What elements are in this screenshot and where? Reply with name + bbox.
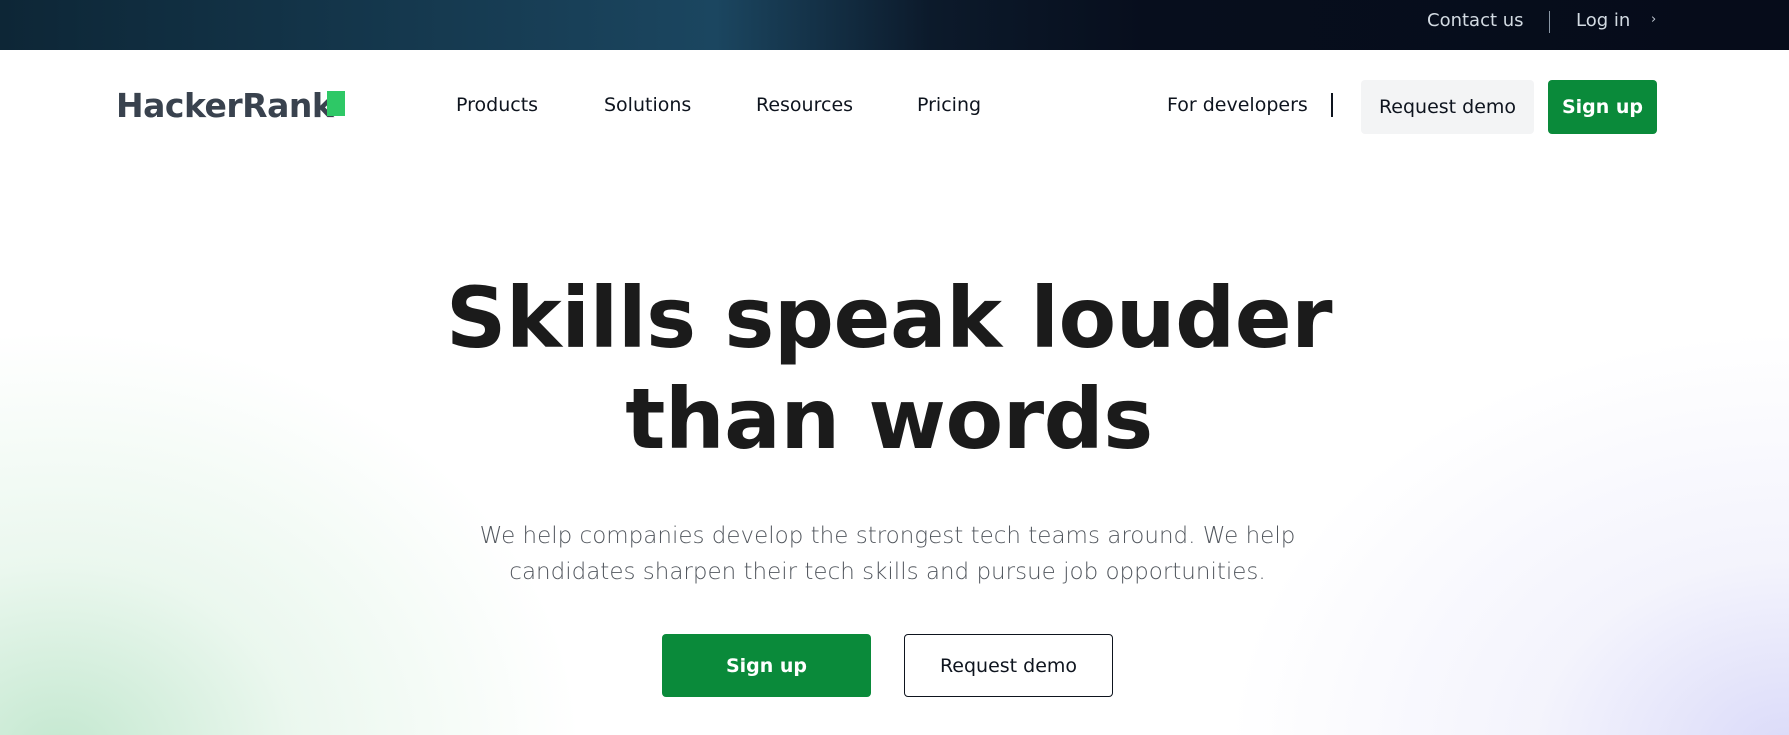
topbar-divider: [1549, 11, 1550, 33]
hero-description: We help companies develop the strongest …: [470, 518, 1305, 590]
hero-request-demo-button[interactable]: Request demo: [904, 634, 1113, 697]
description-line-1: We help companies develop the strongest …: [479, 523, 1296, 549]
headline-line-2: than words: [625, 370, 1153, 468]
contact-us-link[interactable]: Contact us: [1427, 10, 1524, 31]
nav-divider: [1331, 93, 1333, 117]
nav-item-products[interactable]: Products: [456, 94, 538, 116]
description-line-2: candidates sharpen their tech skills and…: [509, 559, 1266, 585]
headline-line-1: Skills speak louder: [445, 269, 1333, 367]
login-link[interactable]: Log in: [1576, 10, 1630, 31]
hero-headline: Skills speak louder than words: [0, 268, 1778, 470]
top-utility-bar: Contact us Log in ›: [0, 0, 1789, 50]
chevron-right-icon[interactable]: ›: [1651, 12, 1656, 27]
nav-item-pricing[interactable]: Pricing: [917, 94, 981, 116]
for-developers-link[interactable]: For developers: [1167, 94, 1308, 116]
request-demo-button[interactable]: Request demo: [1361, 80, 1534, 134]
logo-mark-icon: [327, 91, 345, 116]
nav-item-solutions[interactable]: Solutions: [604, 94, 691, 116]
hero-signup-button[interactable]: Sign up: [662, 634, 871, 697]
nav-item-resources[interactable]: Resources: [756, 94, 853, 116]
signup-button[interactable]: Sign up: [1548, 80, 1657, 134]
hackerrank-logo[interactable]: HackerRank: [116, 86, 334, 125]
